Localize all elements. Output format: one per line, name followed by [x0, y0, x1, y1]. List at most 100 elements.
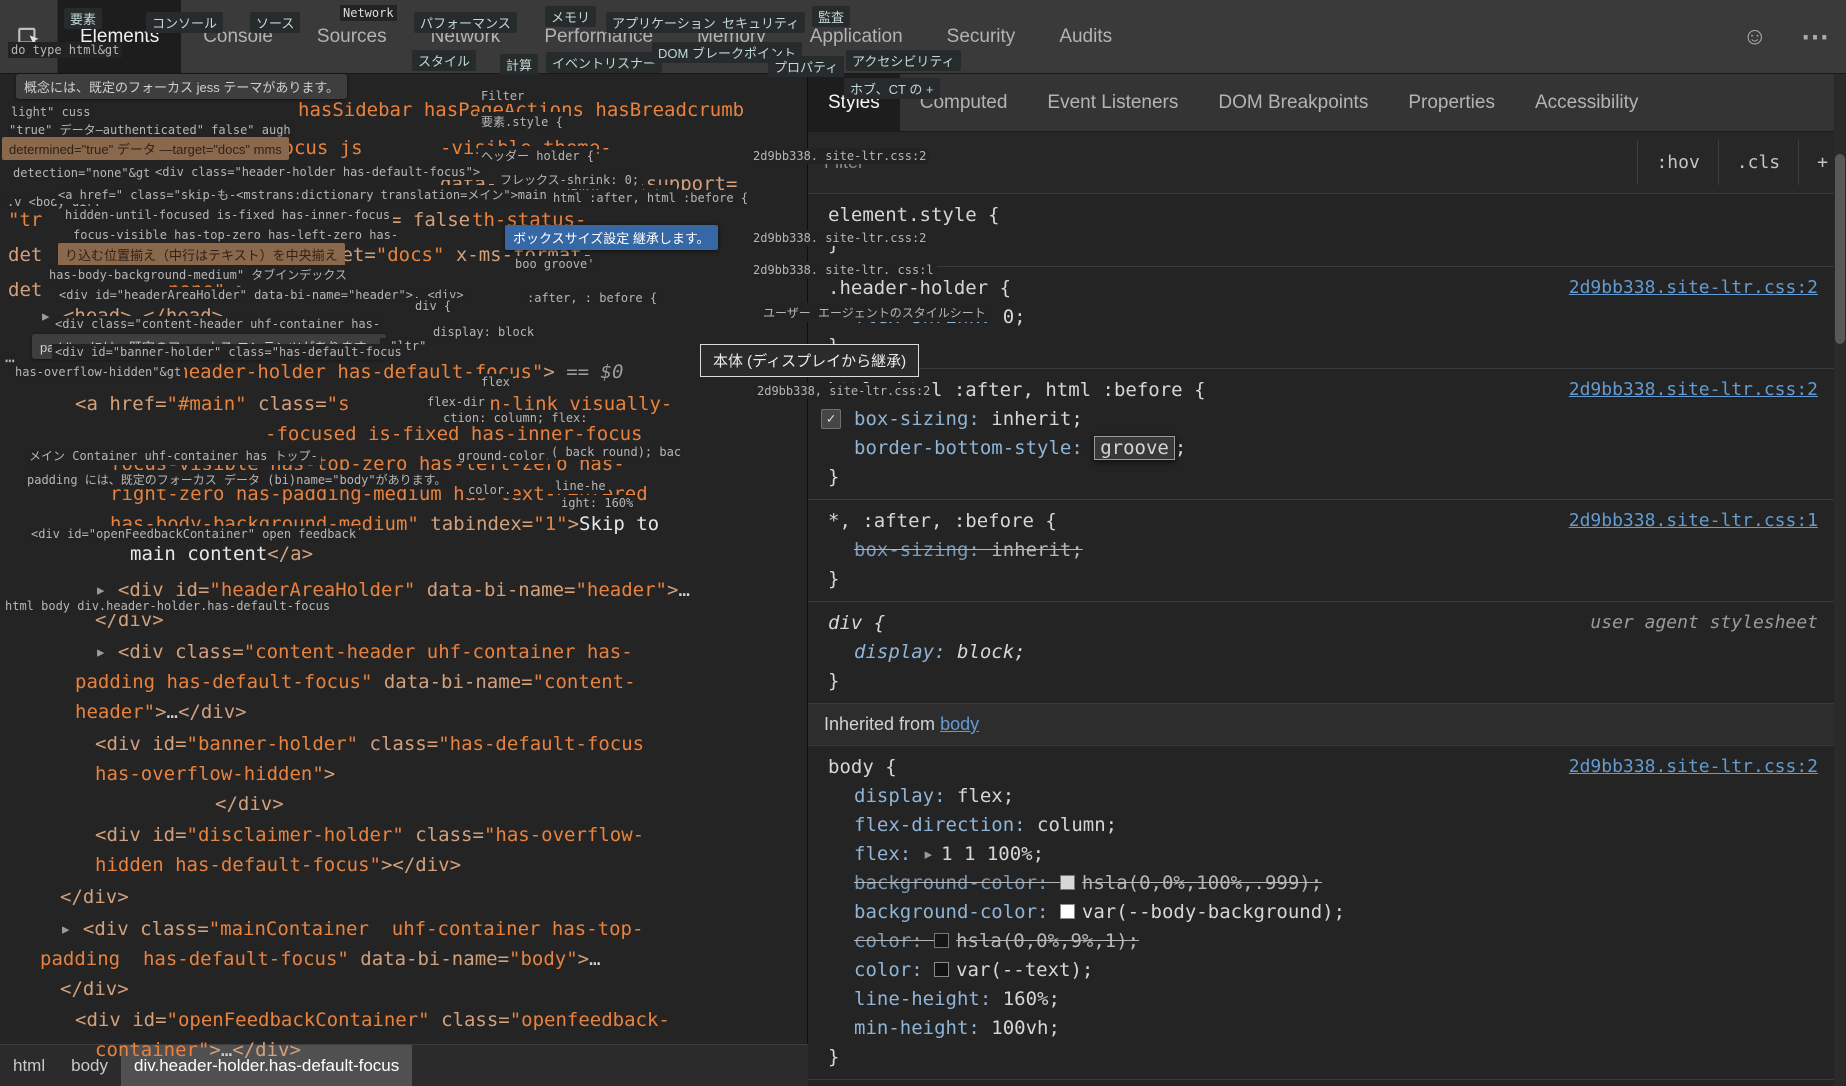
dom-tree-line[interactable]: <div id="banner-holder" class="has-defau… [95, 730, 644, 758]
tab-audits[interactable]: Audits [1037, 0, 1134, 73]
dom-tree-line[interactable]: focus-visible has-top-zero has-left-zero… [110, 450, 625, 478]
css-rule-element-style: element.style { } [808, 194, 1846, 267]
dom-tree-line[interactable]: header">…</div> [75, 698, 247, 726]
color-swatch[interactable] [1059, 904, 1075, 919]
dom-tree-line[interactable]: ▸ <div class="mainContainer uhf-containe… [60, 915, 643, 943]
color-swatch[interactable] [934, 933, 950, 948]
dom-tree-line[interactable]: ▸ <div id="headerAreaHolder" data-bi-nam… [95, 576, 690, 604]
styles-filter-input[interactable] [824, 152, 1638, 173]
dom-attr-fragment[interactable]: = false [390, 206, 470, 234]
feedback-smiley-icon[interactable]: ☺ [1725, 0, 1784, 73]
dom-tree-line[interactable]: <a href="#main" class="s [75, 390, 350, 418]
css-property-min-height[interactable]: min-height: 100vh; [808, 1014, 1846, 1043]
close-brace: } [828, 1046, 840, 1068]
dom-tree-line[interactable]: ▸ <div class="content-header uhf-contain… [95, 638, 633, 666]
css-selector[interactable]: element.style { [808, 201, 1846, 230]
css-property-border-bottom-style[interactable]: border-bottom-style: groove; [808, 434, 1846, 463]
styles-scrollbar [1834, 74, 1846, 1086]
dom-tree-line[interactable]: main-link visually- [455, 390, 672, 418]
dom-tree-line[interactable]: padding has-default-focus" data-bi-name=… [75, 668, 636, 696]
dom-tree-line[interactable]: </div> [60, 975, 129, 1003]
css-rule-body-html: 2d9bb338.site-ltr.css:2 body, html { [808, 1080, 1846, 1086]
dom-attr-fragment[interactable]: det [8, 276, 42, 304]
property-value: column; [1037, 814, 1118, 836]
property-name: box-sizing: [854, 408, 980, 430]
property-enabled-checkbox[interactable]: ✓ [821, 409, 841, 429]
property-value: var(--text); [956, 959, 1094, 981]
dom-attr-fragment[interactable]: get="docs" x-ms-format- [330, 241, 593, 269]
css-property-color-overridden[interactable]: color: hsla(0,0%,9%,1); [808, 927, 1846, 956]
stylesheet-source-link[interactable]: 2d9bb338.site-ltr.css:2 [1569, 756, 1818, 777]
dom-attr-fragment[interactable]: th-status- [472, 206, 586, 234]
toggle-element-state-button[interactable]: :hov [1637, 140, 1717, 185]
css-property-flex-direction[interactable]: flex-direction: column; [808, 811, 1846, 840]
dom-attr-fragment[interactable]: "tr [8, 206, 42, 234]
dom-tree-line[interactable]: </div> [60, 883, 129, 911]
dom-tree-line[interactable]: <div id="disclaimer-holder" class="has-o… [95, 821, 644, 849]
tab-event-listeners[interactable]: Event Listeners [1027, 74, 1198, 131]
property-name: flex: [854, 843, 912, 865]
styles-sidebar-panel: Styles Computed Event Listeners DOM Brea… [808, 74, 1846, 1086]
dom-tree-line[interactable]: has-overflow-hidden"> [95, 760, 335, 788]
stylesheet-source-link[interactable]: 2d9bb338.site-ltr.css:2 [1569, 277, 1818, 298]
element-classes-button[interactable]: .cls [1717, 140, 1798, 185]
stylesheet-source-link[interactable]: 2d9bb338.site-ltr.css:2 [1569, 379, 1818, 400]
tab-application[interactable]: Application [788, 0, 925, 73]
css-property-box-sizing-overridden[interactable]: box-sizing: inherit; [808, 536, 1846, 565]
property-value: hsla(0,0%,9%,1); [956, 930, 1140, 952]
dom-tree-line-head[interactable]: ▸ <head>…</head> [40, 302, 223, 330]
css-property-flex[interactable]: flex: ▸ 1 1 100%; [808, 840, 1846, 869]
dom-tree-line[interactable]: has-body-background-medium" tabindex="1"… [110, 510, 659, 538]
tab-dom-breakpoints[interactable]: DOM Breakpoints [1198, 74, 1388, 131]
dom-attr-fragment[interactable]: data-css-variable-support= [440, 170, 737, 198]
close-brace-line: } [808, 230, 1846, 259]
property-name: min-height: [854, 1017, 980, 1039]
css-property-background-color-overridden[interactable]: background-color: hsla(0,0%,100%,.999); [808, 869, 1846, 898]
close-brace: } [828, 670, 840, 692]
dom-tree-line[interactable]: hidden has-default-focus"></div> [95, 851, 461, 879]
css-property-background-color[interactable]: background-color: var(--body-background)… [808, 898, 1846, 927]
scrollbar-thumb[interactable] [1835, 154, 1845, 344]
tab-accessibility[interactable]: Accessibility [1515, 74, 1658, 131]
tab-computed[interactable]: Computed [900, 74, 1028, 131]
open-brace: { [999, 277, 1012, 299]
css-property-box-sizing[interactable]: ✓ box-sizing: inherit; [808, 405, 1846, 434]
stylesheet-source-link[interactable]: 2d9bb338.site-ltr.css:1 [1569, 510, 1818, 531]
close-brace: } [828, 335, 840, 357]
expand-shorthand-icon[interactable]: ▸ [923, 843, 934, 865]
property-value-editor[interactable]: groove [1094, 436, 1175, 460]
property-value: 160%; [1002, 988, 1060, 1010]
dom-tree-line[interactable]: </div> [95, 606, 164, 634]
toolbar-spacer [1134, 0, 1725, 73]
overflow-menu-icon[interactable]: ⋯ [1784, 0, 1846, 73]
css-property-color[interactable]: color: var(--text); [808, 956, 1846, 985]
dom-tree-line[interactable]: <div id="openFeedbackContainer" class="o… [75, 1006, 670, 1034]
dom-tree-line[interactable]: -focused is-fixed has-inner-focus [265, 420, 643, 448]
color-swatch[interactable] [934, 962, 950, 977]
property-name: line-height: [854, 988, 992, 1010]
dom-attr-fragment[interactable]: -visible theme- [440, 134, 612, 162]
tab-styles[interactable]: Styles [808, 74, 900, 131]
dom-tree-line[interactable]: right-zero has-padding-medium has-text-c… [110, 480, 648, 508]
inherited-from-section: Inherited from body [808, 704, 1846, 746]
close-brace: } [828, 568, 840, 590]
tab-security[interactable]: Security [925, 0, 1038, 73]
dom-tree-line[interactable]: container">…</div> [95, 1036, 301, 1064]
dom-attr-fragment[interactable]: none" > [168, 276, 248, 304]
css-property-line-height[interactable]: line-height: 160%; [808, 985, 1846, 1014]
dom-tree-line[interactable]: </div> [215, 790, 284, 818]
property-value: inherit; [991, 539, 1083, 561]
dom-attr-fragment[interactable]: hasSidebar hasPageActions hasBreadcrumb [298, 96, 744, 124]
dom-attr-fragment[interactable]: conceptual has-default-focus js [8, 134, 363, 162]
color-swatch[interactable] [1059, 875, 1075, 890]
dom-attr-fragment[interactable]: det [8, 241, 42, 269]
dom-tree-line[interactable]: padding has-default-focus" data-bi-name=… [40, 945, 601, 973]
css-property-flex-shrink[interactable]: flex-shrink: 0; [808, 303, 1846, 332]
css-property-display[interactable]: display: flex; [808, 782, 1846, 811]
dom-tree-line-selected[interactable]: <div class="header-holder has-default-fo… [40, 358, 623, 386]
css-property-display[interactable]: display: block; [808, 638, 1846, 667]
property-name: border-bottom-style: [854, 437, 1083, 459]
tab-properties[interactable]: Properties [1388, 74, 1515, 131]
inherited-body-link[interactable]: body [940, 714, 979, 734]
dom-tree-line[interactable]: main content</a> [130, 540, 313, 568]
